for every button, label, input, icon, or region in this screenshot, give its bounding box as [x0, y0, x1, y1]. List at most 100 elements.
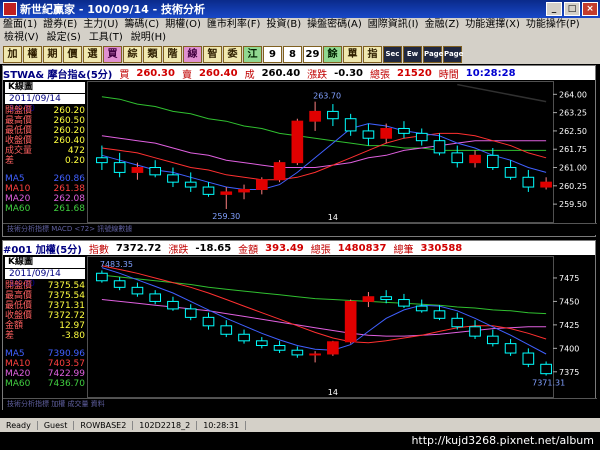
toolbar-button-12[interactable]: 江: [243, 46, 262, 63]
menu-item-8[interactable]: 國際資訊(I): [365, 18, 422, 31]
menu-item-7[interactable]: 操盤密碼(A): [304, 18, 365, 31]
menu-item-sub-2[interactable]: 工具(T): [85, 31, 127, 44]
menu-item-sub-0[interactable]: 檢視(V): [0, 31, 43, 44]
candle-up: [469, 154, 481, 164]
candle-down: [486, 154, 499, 169]
info-value: 472: [67, 146, 85, 156]
ma-label: MA5: [5, 174, 25, 184]
info-row: 差 0.20: [5, 156, 85, 166]
toolbar-button-1[interactable]: 權: [23, 46, 42, 63]
candle-down: [398, 299, 410, 307]
toolbar-button-4[interactable]: 選: [83, 46, 102, 63]
y-tick-label: 261.75: [559, 145, 587, 154]
toolbar-button-11[interactable]: 委: [223, 46, 242, 63]
menu-item-1[interactable]: 證券(E): [40, 18, 80, 31]
candle-down: [220, 325, 233, 335]
candle-down: [504, 343, 517, 354]
menu-bar: 盤面(1) 證券(E) 主力(U) 籌碼(C) 期權(O) 匯市利率(F) 投資(B) 操盤密…: [0, 18, 600, 45]
change-value: -18.65: [195, 242, 232, 254]
y-tick-label: 7400: [559, 344, 579, 353]
ma-value: 7436.70: [47, 379, 85, 389]
ma-value: 7403.57: [47, 359, 85, 369]
info-value: 260.50: [53, 116, 86, 126]
toolbar-nav-button-1[interactable]: Ew: [403, 46, 422, 63]
candle-down: [273, 345, 286, 351]
menu-item-sub-3[interactable]: 說明(H): [127, 31, 170, 44]
toolbar-button-18[interactable]: 指: [363, 46, 382, 63]
toolbar-button-13[interactable]: 9: [263, 46, 282, 63]
menu-item-11[interactable]: 功能操作(P): [523, 18, 583, 31]
toolbar-button-5[interactable]: 買: [103, 46, 122, 63]
candlestick-chart[interactable]: 264.00 263.25 262.50 261.75 261.00 260.25 259.…: [87, 81, 595, 223]
info-row: 最低價 260.20: [5, 126, 85, 136]
toolbar-button-3[interactable]: 價: [63, 46, 82, 63]
menu-item-sub-1[interactable]: 設定(S): [43, 31, 85, 44]
toolbar-button-10[interactable]: 智: [203, 46, 222, 63]
k-title: K線圖: [5, 82, 85, 93]
minimize-icon[interactable]: _: [546, 2, 562, 16]
menu-item-0[interactable]: 盤面(1): [0, 18, 40, 31]
volume-label: 總張: [369, 69, 390, 81]
deal-price: 260.40: [261, 67, 301, 79]
toolbar-button-7[interactable]: 類: [143, 46, 162, 63]
candle-down: [451, 152, 464, 164]
symbol-name[interactable]: #001 加權(5分): [3, 241, 82, 256]
info-label: 開盤價: [5, 106, 33, 116]
candle-down: [522, 352, 535, 365]
chart-panel-stwa: STWA& 摩台指&(5分) 買 260.30 賣 260.40 成 260.4…: [2, 65, 597, 237]
ma-row: MA5 260.86: [5, 174, 85, 184]
toolbar-nav-button-3[interactable]: Page: [443, 46, 463, 63]
status-cell-2: ROWBASE2: [74, 420, 134, 430]
info-value: 12.97: [59, 321, 85, 331]
info-label: 最低價: [5, 301, 33, 311]
close-icon[interactable]: ×: [582, 2, 598, 16]
info-value: 0.20: [64, 156, 85, 166]
buy-price: 260.30: [136, 67, 175, 79]
toolbar-button-2[interactable]: 期: [43, 46, 62, 63]
info-label: 收盤價: [5, 136, 33, 146]
info-label: 最高價: [5, 116, 33, 126]
toolbar-button-8[interactable]: 階: [163, 46, 182, 63]
menu-item-6[interactable]: 投資(B): [263, 18, 304, 31]
ohlc-fields: 開盤價 7375.54 最高價 7375.54 最低價 7371.31 收盤價 7372.72…: [5, 281, 85, 341]
menu-item-4[interactable]: 期權(O): [162, 18, 204, 31]
menu-item-5[interactable]: 匯市利率(F): [204, 18, 264, 31]
toolbar-nav-button-0[interactable]: Sec: [383, 46, 402, 63]
menu-item-3[interactable]: 籌碼(C): [121, 18, 162, 31]
toolbar: 加權期價選買綜類階線智委江 9 8 29 餘單指 Sec Ew Page Page: [0, 45, 600, 64]
k-title: K線圖: [5, 257, 85, 268]
status-bar: Ready Guest ROWBASE2 102D2218_2 10:28:31: [0, 418, 600, 432]
candle-down: [184, 181, 197, 188]
count-label: 總筆: [393, 244, 414, 256]
status-cell-3: 102D2218_2: [133, 420, 198, 430]
candlestick-chart[interactable]: 7475 7450 7425 7400 7375 14 7483.35 7371.31: [87, 256, 595, 398]
toolbar-nav-button-2[interactable]: Page: [423, 46, 443, 63]
candle-down: [202, 316, 215, 327]
info-row: 開盤價 260.20: [5, 106, 85, 116]
menu-item-2[interactable]: 主力(U): [80, 18, 121, 31]
ma-value: 260.86: [53, 174, 86, 184]
menu-item-10[interactable]: 功能選擇(X): [462, 18, 523, 31]
status-cell-1: Guest: [38, 420, 75, 430]
toolbar-button-15[interactable]: 29: [303, 46, 322, 63]
toolbar-button-17[interactable]: 單: [343, 46, 362, 63]
menu-item-9[interactable]: 金融(Z): [422, 18, 463, 31]
toolbar-button-6[interactable]: 綜: [123, 46, 142, 63]
maximize-icon[interactable]: □: [564, 2, 580, 16]
info-row: 最低價 7371.31: [5, 301, 85, 311]
toolbar-button-16[interactable]: 餘: [323, 46, 342, 63]
toolbar-button-9[interactable]: 線: [183, 46, 202, 63]
ohlc-fields: 開盤價 260.20 最高價 260.50 最低價 260.20 收盤價 260.40 成交量 4…: [5, 106, 85, 166]
symbol-name[interactable]: STWA& 摩台指&(5分): [3, 66, 112, 81]
ma-fields: MA5 7390.96 MA10 7403.57 MA20 7422.99 MA60 7436…: [5, 349, 85, 389]
info-label: 開盤價: [5, 281, 33, 291]
time-value: 10:28:28: [465, 67, 516, 79]
ma-label: MA60: [5, 204, 31, 214]
candle-down: [167, 174, 179, 183]
k-date: 2011/09/14 10:30: [5, 269, 85, 289]
toolbar-button-14[interactable]: 8: [283, 46, 302, 63]
y-tick-label: 7475: [559, 274, 579, 283]
toolbar-button-0[interactable]: 加: [3, 46, 22, 63]
indicator-strip: 技術分析指標 MACD <72> 訊號線數據: [3, 223, 597, 235]
y-tick-label: 259.50: [559, 200, 587, 209]
